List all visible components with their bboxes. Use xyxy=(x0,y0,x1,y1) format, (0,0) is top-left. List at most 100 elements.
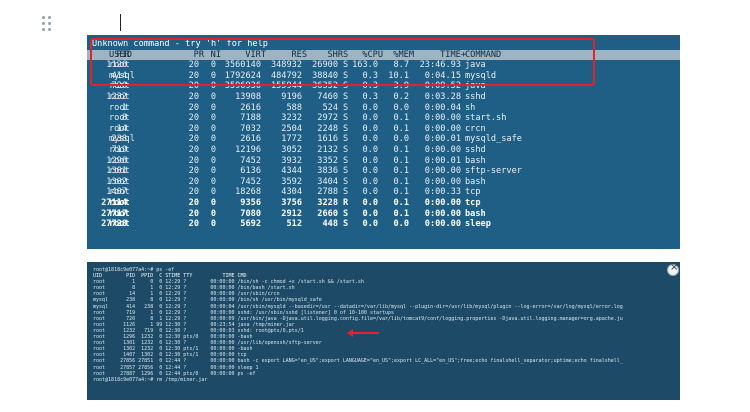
cell: S xyxy=(343,166,349,177)
process-row: 1407 root 20 0 18268 4304 2788 S 0.0 0.1 0:00.33 tc… xyxy=(92,187,680,198)
cell: 0 xyxy=(210,144,216,155)
cell: sshd xyxy=(465,91,486,102)
cell: 0.1 xyxy=(393,113,409,124)
cell: 0.3 xyxy=(362,91,378,102)
cell: 3592 xyxy=(281,176,302,187)
process-row: 14 root 20 0 7032 2504 2248 S 0.0 0.1 0:00.00 crcn xyxy=(92,124,680,135)
cell: 0:00.00 xyxy=(424,176,461,187)
cell: 0.0 xyxy=(362,176,378,187)
cell: 0.1 xyxy=(393,208,409,219)
process-row: 27114 root 20 0 9356 3756 3228 R 0.0 0.1 0:00.00 tc… xyxy=(92,198,680,209)
cell: 448 xyxy=(322,219,338,230)
cell: 0.1 xyxy=(393,123,409,134)
cell: 0 xyxy=(210,134,216,145)
cell: 3052 xyxy=(281,144,302,155)
cell: 4304 xyxy=(281,187,302,198)
cell: 0.1 xyxy=(393,197,409,208)
cell: sftp-server xyxy=(465,166,522,177)
cell: 2504 xyxy=(281,123,302,134)
cell: 0.0 xyxy=(393,134,409,145)
cell: S xyxy=(343,102,349,113)
cell: 0.1 xyxy=(393,144,409,155)
cell: 5692 xyxy=(240,219,261,230)
cell: S xyxy=(343,219,349,230)
cell: 20 xyxy=(188,102,199,113)
cell: 7460 xyxy=(317,91,338,102)
cell: 0.0 xyxy=(362,166,378,177)
cell: root xyxy=(109,208,130,219)
cell: 7452 xyxy=(240,176,261,187)
cell: mysql xyxy=(109,134,135,145)
cell: 20 xyxy=(188,113,199,124)
cell: crcn xyxy=(465,123,486,134)
cell: 0.0 xyxy=(362,102,378,113)
cell: 524 xyxy=(322,102,338,113)
drag-handle-icon[interactable] xyxy=(42,16,54,34)
cell: 7032 xyxy=(240,123,261,134)
cell: 7080 xyxy=(240,208,261,219)
process-row: 27717 root 20 0 7080 2912 2660 S 0.0 0.1 0:00.00 ba… xyxy=(92,209,680,220)
cell: 0:00.33 xyxy=(424,187,461,198)
cell: 2912 xyxy=(281,208,302,219)
cell: 3232 xyxy=(281,113,302,124)
terminal-line: mysql 414 238 0 12:29 ? 00:00:04 /usr/sb… xyxy=(93,303,623,310)
cell: bash xyxy=(465,176,486,187)
cell: 2660 xyxy=(317,208,338,219)
cell: S xyxy=(343,134,349,145)
cell: 0.2 xyxy=(393,91,409,102)
cell: 20 xyxy=(188,134,199,145)
cell: root xyxy=(109,187,130,198)
cell: sh xyxy=(465,102,476,113)
cell: 20 xyxy=(188,144,199,155)
cell: 3228 xyxy=(317,197,338,208)
cell: tcp xyxy=(465,187,481,198)
cell: 0 xyxy=(210,102,216,113)
cell: 4344 xyxy=(281,166,302,177)
cell: 0 xyxy=(210,155,216,166)
cell: start.sh xyxy=(465,113,507,124)
cell: root xyxy=(109,91,130,102)
cell: 0.0 xyxy=(362,197,378,208)
cell: 7188 xyxy=(240,113,261,124)
cell: 0.0 xyxy=(362,144,378,155)
process-row: 1 root 20 0 2616 588 524 S 0.0 0.0 0:00.04 sh xyxy=(92,103,680,114)
terminal-line: root@1818c9e077a4:~# rm /tmp/miner.jar xyxy=(93,376,208,383)
cell: 0 xyxy=(210,176,216,187)
cell: 0.0 xyxy=(393,219,409,230)
cell: 0 xyxy=(210,91,216,102)
cell: 0 xyxy=(210,113,216,124)
cell: 0 xyxy=(210,123,216,134)
bottom-terminal-screenshot: root@1818c9e077a4:~# ps -ef UID PID PPID … xyxy=(87,262,680,400)
cell: bash xyxy=(465,155,486,166)
cell: 20 xyxy=(188,176,199,187)
cell: S xyxy=(343,113,349,124)
cell: bash xyxy=(465,208,486,219)
close-icon[interactable] xyxy=(667,262,679,276)
cell: 3756 xyxy=(281,197,302,208)
cell: 0.0 xyxy=(362,187,378,198)
cell: 2616 xyxy=(240,102,261,113)
cell: 2132 xyxy=(317,144,338,155)
red-arrow-icon xyxy=(347,329,379,337)
text-caret xyxy=(120,14,121,31)
cell: 0.0 xyxy=(362,155,378,166)
cell: mysqld_safe xyxy=(465,134,522,145)
cell: 0.0 xyxy=(362,208,378,219)
terminal-line: root 27856 27851 0 12:44 ? 00:00:00 bash… xyxy=(93,358,623,365)
cell: 20 xyxy=(188,187,199,198)
cell: 0.1 xyxy=(393,187,409,198)
cell: root xyxy=(109,176,130,187)
cell: 0:00.00 xyxy=(424,144,461,155)
cell: 20 xyxy=(188,219,199,230)
cell: 512 xyxy=(286,219,302,230)
process-row: 1301 root 20 0 6136 4344 3836 S 0.0 0.1 0:00.00 sft… xyxy=(92,166,680,177)
cell: 0 xyxy=(210,208,216,219)
cell: 0.0 xyxy=(362,123,378,134)
cell: sshd xyxy=(465,144,486,155)
cell: 2788 xyxy=(317,187,338,198)
process-row: 27728 root 20 0 5692 512 448 S 0.0 0.0 0:00.00 slee… xyxy=(92,219,680,230)
cell: 0:00.00 xyxy=(424,208,461,219)
cell: 0 xyxy=(210,197,216,208)
cell: root xyxy=(109,113,130,124)
cell: 20 xyxy=(188,197,199,208)
